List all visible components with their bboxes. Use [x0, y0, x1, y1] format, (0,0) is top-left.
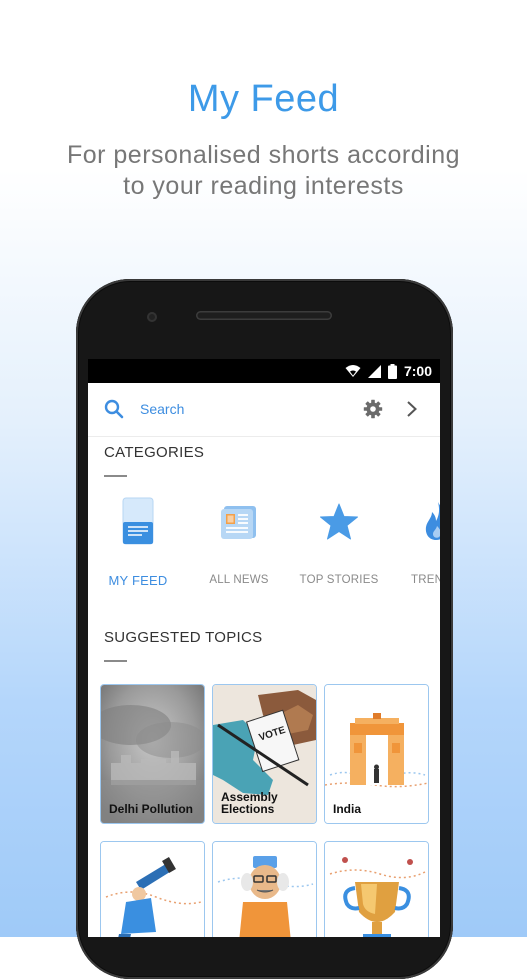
category-label: TOP STORIES [299, 574, 379, 586]
topic-card-sports[interactable] [324, 841, 429, 937]
search-input[interactable] [140, 399, 340, 419]
wifi-icon [345, 365, 361, 377]
categories-underline [104, 475, 127, 477]
suggested-topics-underline [104, 660, 127, 662]
politician-image [213, 842, 316, 937]
topic-card-assembly-elections[interactable]: VOTE Assembly Elections [212, 684, 317, 824]
category-label: MY FEED [108, 573, 168, 588]
app-screen: 7:00 CATEGORIES [88, 359, 440, 937]
search-bar [88, 383, 440, 437]
category-trending[interactable]: TREN [389, 497, 440, 586]
status-bar: 7:00 [88, 359, 440, 383]
trophy-image [325, 842, 428, 937]
category-label: TREN [411, 574, 440, 586]
star-icon [320, 503, 358, 540]
telescope-image [101, 842, 204, 937]
topic-label: Assembly Elections [221, 790, 278, 816]
chevron-right-icon[interactable] [406, 400, 418, 418]
category-label: ALL NEWS [209, 574, 269, 586]
topic-card-delhi-pollution[interactable]: Delhi Pollution [100, 684, 205, 824]
my-feed-icon [122, 497, 154, 545]
status-time: 7:00 [403, 363, 432, 379]
suggested-topics-heading: SUGGESTED TOPICS [104, 629, 263, 646]
topic-card-people[interactable] [212, 841, 317, 937]
category-my-feed[interactable]: MY FEED [88, 497, 188, 588]
categories-heading: CATEGORIES [104, 444, 205, 461]
camera-icon [147, 312, 157, 322]
flame-icon [425, 502, 440, 540]
category-top-stories[interactable]: TOP STORIES [289, 497, 389, 586]
topic-card-india[interactable]: India [324, 684, 429, 824]
search-icon[interactable] [104, 399, 124, 419]
signal-icon [367, 364, 381, 378]
promo-subtitle: For personalised shorts according to you… [66, 141, 461, 200]
speaker-grille [196, 311, 332, 320]
category-all-news[interactable]: ALL NEWS [189, 497, 289, 586]
topic-label: India [333, 802, 362, 816]
gear-icon[interactable] [363, 399, 383, 419]
topic-card-science[interactable] [100, 841, 205, 937]
newspaper-icon [221, 506, 256, 539]
topic-label: Delhi Pollution [109, 802, 193, 816]
battery-icon [387, 363, 397, 379]
promo-title: My Feed [187, 78, 340, 120]
